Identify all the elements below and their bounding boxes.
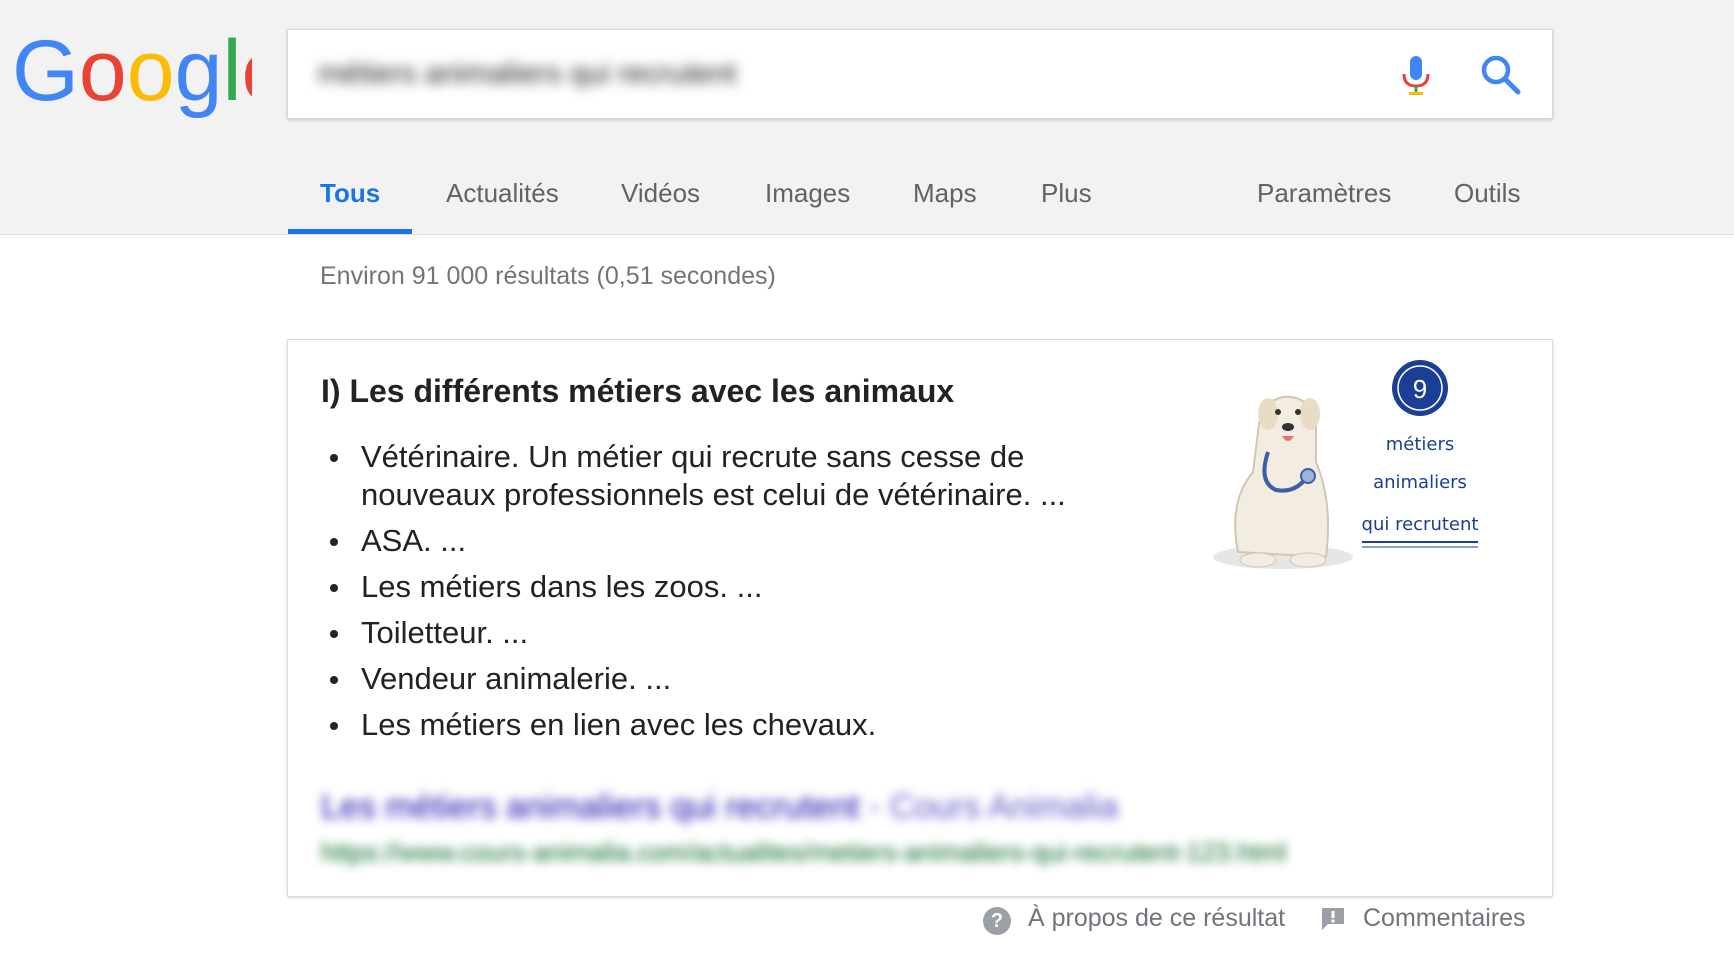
snippet-title: I) Les différents métiers avec les anima… — [321, 373, 955, 409]
search-input[interactable] — [316, 50, 1020, 98]
about-result-link[interactable]: À propos de ce résultat — [1028, 904, 1285, 933]
logo-letter: o — [127, 30, 175, 119]
svg-text:Google: Google — [12, 30, 252, 119]
result-url: https://www.cours-animalia.com/actualite… — [321, 837, 1287, 867]
microphone-icon[interactable] — [1395, 54, 1437, 98]
snippet-list: Vétérinaire. Un métier qui recrute sans … — [321, 438, 1081, 752]
tab-images[interactable]: Images — [765, 170, 850, 236]
feedback-link[interactable]: Commentaires — [1363, 904, 1526, 933]
logo-letter: G — [12, 30, 79, 119]
list-item: Les métiers en lien avec les chevaux. — [321, 706, 1081, 744]
search-box[interactable] — [287, 29, 1553, 119]
tab-maps[interactable]: Maps — [913, 170, 977, 236]
result-link[interactable]: Les métiers animaliers qui recrutent - C… — [321, 788, 1118, 827]
snippet-thumbnail-image[interactable]: 9 métiers animaliers qui recrutent — [1198, 352, 1488, 592]
image-text-line: animaliers — [1373, 472, 1467, 493]
results-stats: Environ 91 000 résultats (0,51 secondes) — [320, 262, 776, 290]
image-text-line: métiers — [1386, 434, 1455, 455]
badge-number: 9 — [1413, 374, 1427, 404]
active-tab-indicator — [288, 229, 412, 234]
search-icon[interactable] — [1478, 52, 1524, 98]
featured-snippet: I) Les différents métiers avec les anima… — [287, 339, 1553, 897]
logo-letter: l — [222, 30, 241, 119]
tab-outils[interactable]: Outils — [1454, 170, 1520, 236]
logo-letter: o — [79, 30, 127, 119]
logo-letter: g — [175, 30, 223, 119]
tab-videos[interactable]: Vidéos — [621, 170, 700, 236]
list-item: Les métiers dans les zoos. ... — [321, 568, 1081, 606]
tab-actualites[interactable]: Actualités — [446, 170, 559, 236]
google-logo[interactable]: Google — [12, 30, 252, 120]
result-link-title[interactable]: Les métiers animaliers qui recrutent — [321, 788, 860, 826]
tab-tous[interactable]: Tous — [320, 170, 380, 236]
logo-letter: e — [242, 30, 252, 119]
list-item: ASA. ... — [321, 522, 1081, 560]
result-site-name[interactable]: - Cours Animalia — [869, 788, 1118, 826]
list-item: Toiletteur. ... — [321, 614, 1081, 652]
top-bar: Google Tous Actualités Vidéos Images Map… — [0, 0, 1734, 235]
help-icon[interactable]: ? — [983, 907, 1011, 935]
feedback-icon[interactable] — [1320, 906, 1346, 932]
image-text-line: qui recrutent — [1362, 514, 1479, 535]
list-item: Vendeur animalerie. ... — [321, 660, 1081, 698]
tab-parametres[interactable]: Paramètres — [1257, 170, 1391, 236]
list-item: Vétérinaire. Un métier qui recrute sans … — [321, 438, 1081, 514]
tab-plus[interactable]: Plus — [1041, 170, 1092, 236]
